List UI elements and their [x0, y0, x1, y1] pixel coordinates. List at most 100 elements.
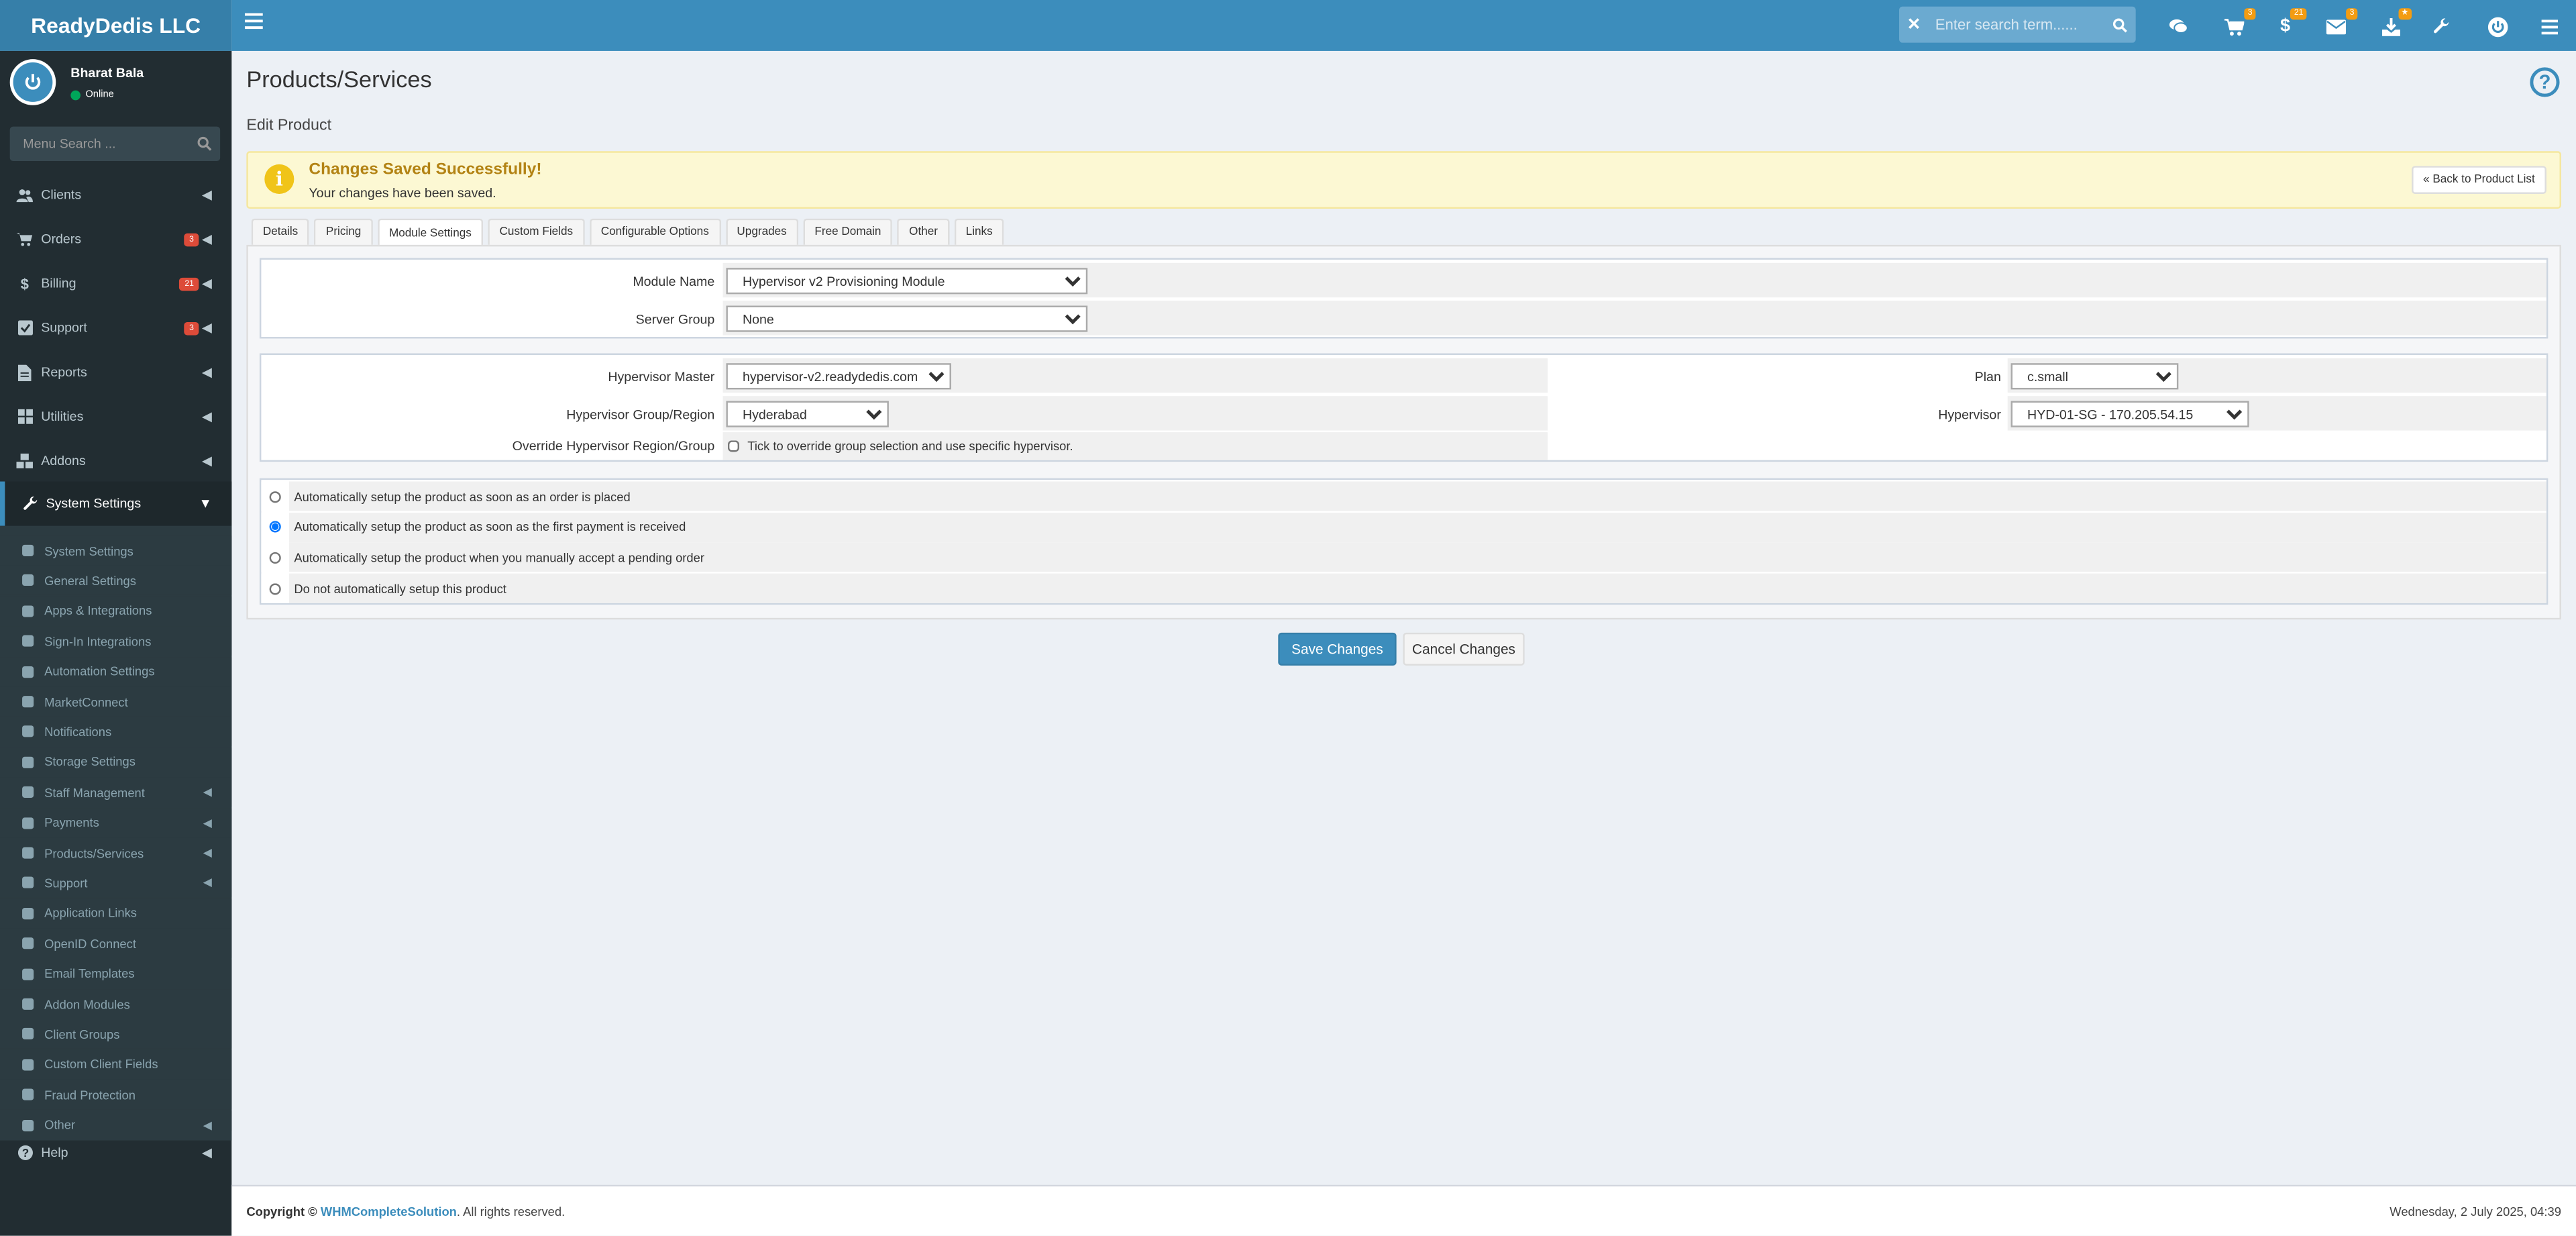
cart-badge: 3	[2244, 8, 2256, 20]
sidebar-item-billing[interactable]: $ Billing 21 ◀	[0, 261, 231, 305]
chevron-left-icon: ◀	[203, 787, 212, 799]
submenu-item-email-templates[interactable]: Email Templates	[0, 959, 232, 989]
setup-option-radio-cell	[261, 481, 290, 511]
setup-option-label[interactable]: Automatically setup the product when you…	[289, 543, 2546, 573]
sidebar-item-addons[interactable]: Addons ◀	[0, 439, 231, 483]
back-to-product-list-button[interactable]: « Back to Product List	[2411, 166, 2546, 194]
submenu-item-payments[interactable]: Payments ◀	[0, 807, 232, 837]
whmcs-link[interactable]: WHMCompleteSolution	[321, 1204, 457, 1219]
tab-module-settings[interactable]: Module Settings	[377, 218, 484, 247]
orders-badge: 3	[184, 232, 199, 246]
setup-option-radio[interactable]	[269, 552, 281, 564]
bag-icon	[19, 695, 36, 709]
submenu-item-sign-in-integrations[interactable]: Sign-In Integrations	[0, 626, 232, 656]
submenu-item-application-links[interactable]: Application Links	[0, 898, 232, 929]
save-changes-button[interactable]: Save Changes	[1278, 632, 1397, 666]
hypervisor-master-row: Hypervisor Master hypervisor-v2.readyded…	[261, 358, 2546, 393]
sidebar-item-utilities[interactable]: Utilities ◀	[0, 395, 231, 439]
dollar-icon: $	[20, 275, 29, 292]
user-panel: Bharat Bala Online	[0, 51, 231, 117]
cart-icon[interactable]: 3	[2221, 8, 2256, 40]
plan-select[interactable]: c.small	[2010, 363, 2179, 390]
tab-configurable-options[interactable]: Configurable Options	[589, 218, 720, 245]
user-status-label: Online	[85, 90, 114, 101]
sidebar-item-help[interactable]: ? Help ◀	[0, 1131, 231, 1175]
hypervisor-group-select[interactable]: Hyderabad	[726, 401, 889, 427]
envelope-icon	[19, 967, 36, 980]
server-group-select[interactable]: None	[726, 305, 1088, 332]
submenu-item-products-services[interactable]: Products/Services ◀	[0, 837, 232, 868]
submenu-item-notifications[interactable]: Notifications	[0, 717, 232, 747]
submenu-item-fraud-protection[interactable]: Fraud Protection	[0, 1080, 232, 1110]
tab-custom-fields[interactable]: Custom Fields	[488, 218, 585, 245]
global-search-input[interactable]	[1929, 16, 2103, 33]
sidebar-item-reports[interactable]: Reports ◀	[0, 350, 231, 395]
wrench-icon[interactable]	[2428, 13, 2455, 40]
hypervisor-config-box: Hypervisor Master hypervisor-v2.readyded…	[259, 353, 2548, 462]
sidebar-item-label: Orders	[41, 231, 82, 247]
list-icon	[19, 1058, 36, 1072]
sidebar-item-system-settings[interactable]: System Settings ▼	[0, 481, 232, 526]
tab-free-domain[interactable]: Free Domain	[803, 218, 893, 245]
sidebar-item-support[interactable]: Support 3 ◀	[0, 306, 231, 350]
submenu-item-apps-integrations[interactable]: Apps & Integrations	[0, 596, 232, 626]
tab-pricing[interactable]: Pricing	[314, 218, 373, 245]
submenu-item-general-settings[interactable]: General Settings	[0, 566, 232, 596]
tab-other[interactable]: Other	[897, 218, 950, 245]
submenu-item-custom-client-fields[interactable]: Custom Client Fields	[0, 1049, 232, 1080]
setup-option-radio[interactable]	[269, 521, 281, 533]
hypervisor-master-select[interactable]: hypervisor-v2.readydedis.com	[726, 363, 951, 390]
submenu-item-staff-management[interactable]: Staff Management ◀	[0, 777, 232, 807]
power-icon[interactable]	[2484, 13, 2510, 40]
setup-option-label[interactable]: Automatically setup the product as soon …	[289, 512, 2546, 542]
email-badge: 3	[2346, 8, 2358, 20]
dollar-icon[interactable]: $ 21	[2272, 8, 2307, 40]
submenu-item-support[interactable]: Support ◀	[0, 868, 232, 898]
comments-icon[interactable]	[2165, 13, 2192, 40]
close-icon[interactable]: ✕	[1899, 15, 1929, 34]
menu-icon[interactable]	[2536, 13, 2563, 40]
sidebar-item-orders[interactable]: Orders 3 ◀	[0, 217, 231, 261]
envelope-icon[interactable]: 3	[2323, 8, 2358, 40]
sidebar-item-label: Help	[41, 1145, 68, 1160]
download-icon[interactable]: ★	[2377, 8, 2412, 40]
submenu-item-openid-connect[interactable]: OpenID Connect	[0, 929, 232, 959]
sidebar-item-label: System Settings	[46, 496, 142, 511]
cloud-icon	[19, 756, 36, 769]
gear-icon	[19, 544, 36, 558]
sidebar-item-label: Utilities	[41, 409, 84, 424]
submenu-item-system-settings[interactable]: System Settings	[0, 535, 232, 566]
setup-option-label[interactable]: Automatically setup the product as soon …	[289, 481, 2546, 511]
search-icon[interactable]	[187, 136, 220, 151]
help-icon[interactable]: ?	[2530, 67, 2560, 97]
setup-option-radio[interactable]	[269, 582, 281, 595]
module-name-select[interactable]: Hypervisor v2 Provisioning Module	[726, 268, 1088, 295]
sidebar-item-label: Support	[41, 320, 87, 336]
tab-details[interactable]: Details	[251, 218, 310, 245]
updates-badge: ★	[2398, 8, 2412, 20]
tab-links[interactable]: Links	[954, 218, 1004, 245]
cubes-icon	[19, 998, 36, 1011]
cancel-changes-button[interactable]: Cancel Changes	[1403, 632, 1525, 666]
setup-option-label[interactable]: Do not automatically setup this product	[289, 573, 2546, 604]
hypervisor-select[interactable]: HYD-01-SG - 170.205.54.15	[2010, 401, 2249, 427]
chevron-left-icon: ◀	[201, 276, 212, 291]
submenu-item-addon-modules[interactable]: Addon Modules	[0, 989, 232, 1019]
setup-option-radio[interactable]	[269, 491, 281, 503]
submenu-item-storage-settings[interactable]: Storage Settings	[0, 747, 232, 777]
submenu-item-automation-settings[interactable]: Automation Settings	[0, 656, 232, 686]
submenu-item-label: Application Links	[44, 906, 137, 921]
override-checkbox[interactable]	[727, 440, 740, 452]
sidebar-item-label: Clients	[41, 187, 82, 203]
submenu-item-label: Client Groups	[44, 1027, 120, 1042]
sidebar-item-clients[interactable]: Clients ◀	[0, 172, 231, 217]
submenu-item-marketconnect[interactable]: MarketConnect	[0, 686, 232, 717]
sidebar-toggle-icon[interactable]	[244, 13, 263, 30]
tab-upgrades[interactable]: Upgrades	[725, 218, 798, 245]
menu-search-input[interactable]	[9, 136, 188, 152]
submenu-item-client-groups[interactable]: Client Groups	[0, 1019, 232, 1049]
brand-logo[interactable]: ReadyDedis LLC	[0, 0, 232, 51]
sidebar: Bharat Bala Online Clients◀ Orders3◀ $Bi…	[0, 50, 232, 1236]
search-icon[interactable]	[2103, 17, 2136, 32]
submenu-item-label: Custom Client Fields	[44, 1057, 158, 1072]
